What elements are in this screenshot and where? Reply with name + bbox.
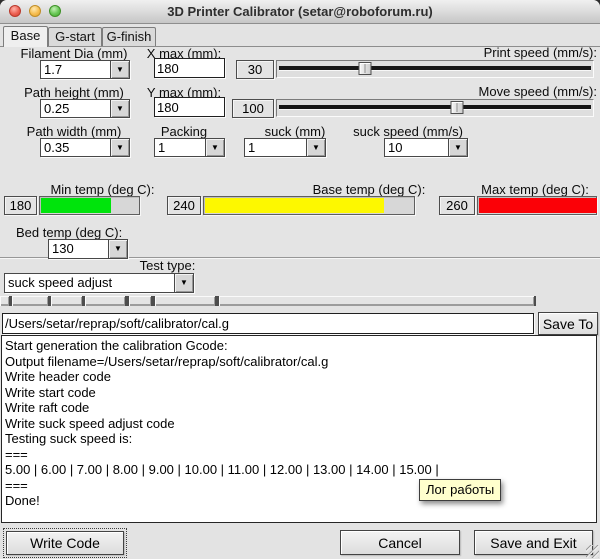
- test-type-label: Test type:: [130, 259, 205, 273]
- suck-speed-value: 10: [385, 139, 448, 156]
- progress-segment: [51, 296, 82, 306]
- move-speed-label: Move speed (mm/s):: [428, 85, 597, 99]
- chevron-down-icon: ▼: [110, 61, 129, 78]
- progress-segment: [12, 296, 48, 306]
- filament-dia-value: 1.7: [41, 61, 110, 78]
- min-temp-fill: [41, 198, 111, 213]
- progress-segment: [85, 296, 125, 306]
- log-line: 5.00 | 6.00 | 7.00 | 8.00 | 9.00 | 10.00…: [5, 462, 596, 478]
- max-temp-bar: [477, 196, 597, 215]
- slider-track: [279, 66, 591, 71]
- path-width-select[interactable]: 0.35 ▼: [40, 138, 130, 157]
- log-line: Write header code: [5, 369, 596, 385]
- base-temp-fill: [205, 198, 384, 213]
- cancel-button[interactable]: Cancel: [340, 530, 460, 555]
- max-temp-fill: [479, 198, 597, 213]
- log-output[interactable]: Start generation the calibration Gcode: …: [1, 335, 597, 523]
- packing-select[interactable]: 1 ▼: [154, 138, 225, 157]
- progress-segment: [0, 296, 9, 306]
- filament-dia-label: Filament Dia (mm): [10, 47, 138, 61]
- app-window: 3D Printer Calibrator (setar@roboforum.r…: [0, 0, 600, 559]
- packing-value: 1: [155, 139, 205, 156]
- max-temp-value: 260: [439, 196, 475, 215]
- title-bar[interactable]: 3D Printer Calibrator (setar@roboforum.r…: [0, 0, 600, 24]
- suck-select[interactable]: 1 ▼: [244, 138, 326, 157]
- write-code-button[interactable]: Write Code: [6, 531, 124, 555]
- min-temp-value: 180: [4, 196, 37, 215]
- chevron-down-icon: ▼: [448, 139, 467, 156]
- chevron-down-icon: ▼: [306, 139, 325, 156]
- slider-track: [279, 105, 591, 110]
- bed-temp-label: Bed temp (deg C):: [16, 226, 114, 240]
- print-speed-value: 30: [236, 60, 274, 79]
- tab-g-finish[interactable]: G-finish: [102, 27, 156, 46]
- base-temp-value: 240: [167, 196, 201, 215]
- path-height-value: 0.25: [41, 100, 110, 117]
- packing-label: Packing: [140, 125, 228, 139]
- chevron-down-icon: ▼: [110, 139, 129, 156]
- y-max-input[interactable]: [154, 97, 225, 117]
- path-width-label: Path width (mm): [10, 125, 138, 139]
- bed-temp-value: 130: [49, 240, 108, 258]
- path-height-select[interactable]: 0.25 ▼: [40, 99, 130, 118]
- test-type-value: suck speed adjust: [5, 274, 174, 292]
- suck-speed-label: suck speed (mm/s): [350, 125, 466, 139]
- print-speed-thumb[interactable]: [359, 62, 372, 75]
- output-path-input[interactable]: [2, 313, 534, 334]
- base-temp-label: Base temp (deg C):: [305, 183, 433, 197]
- suck-value: 1: [245, 139, 306, 156]
- move-speed-slider[interactable]: [276, 99, 594, 117]
- chevron-down-icon: ▼: [108, 240, 127, 258]
- min-temp-bar: [39, 196, 140, 215]
- progress-segment: [219, 296, 534, 306]
- test-type-select[interactable]: suck speed adjust ▼: [4, 273, 194, 293]
- suck-label: suck (mm): [250, 125, 340, 139]
- path-width-value: 0.35: [41, 139, 110, 156]
- log-line: ===: [5, 478, 596, 494]
- path-height-label: Path height (mm): [10, 86, 138, 100]
- max-temp-label: Max temp (deg C):: [472, 183, 598, 197]
- min-temp-label: Min temp (deg C):: [40, 183, 165, 197]
- save-and-exit-button[interactable]: Save and Exit: [474, 530, 593, 555]
- log-line: ===: [5, 447, 596, 463]
- tooltip: Лог работы: [419, 479, 501, 501]
- filament-dia-select[interactable]: 1.7 ▼: [40, 60, 130, 79]
- suck-speed-select[interactable]: 10 ▼: [384, 138, 468, 157]
- bed-temp-select[interactable]: 130 ▼: [48, 239, 128, 259]
- log-line: Output filename=/Users/setar/reprap/soft…: [5, 354, 596, 370]
- progress-bar: [0, 296, 536, 306]
- print-speed-label: Print speed (mm/s):: [430, 46, 597, 60]
- save-to-button[interactable]: Save To: [538, 312, 598, 335]
- move-speed-value: 100: [232, 99, 274, 118]
- chevron-down-icon: ▼: [174, 274, 193, 292]
- log-line: Write suck speed adjust code: [5, 416, 596, 432]
- tab-base[interactable]: Base: [3, 26, 48, 47]
- log-line: Write raft code: [5, 400, 596, 416]
- window-title: 3D Printer Calibrator (setar@roboforum.r…: [0, 4, 600, 19]
- tab-g-start[interactable]: G-start: [48, 27, 102, 46]
- move-speed-thumb[interactable]: [451, 101, 464, 114]
- log-line: Testing suck speed is:: [5, 431, 596, 447]
- progress-segment: [129, 296, 151, 306]
- log-line: Done!: [5, 493, 596, 509]
- print-speed-slider[interactable]: [276, 60, 594, 78]
- base-temp-bar: [203, 196, 415, 215]
- log-line: Start generation the calibration Gcode:: [5, 338, 596, 354]
- resize-grip[interactable]: [586, 545, 599, 558]
- chevron-down-icon: ▼: [205, 139, 224, 156]
- log-line: Write start code: [5, 385, 596, 401]
- progress-segment: [155, 296, 215, 306]
- x-max-input[interactable]: [154, 58, 225, 78]
- chevron-down-icon: ▼: [110, 100, 129, 117]
